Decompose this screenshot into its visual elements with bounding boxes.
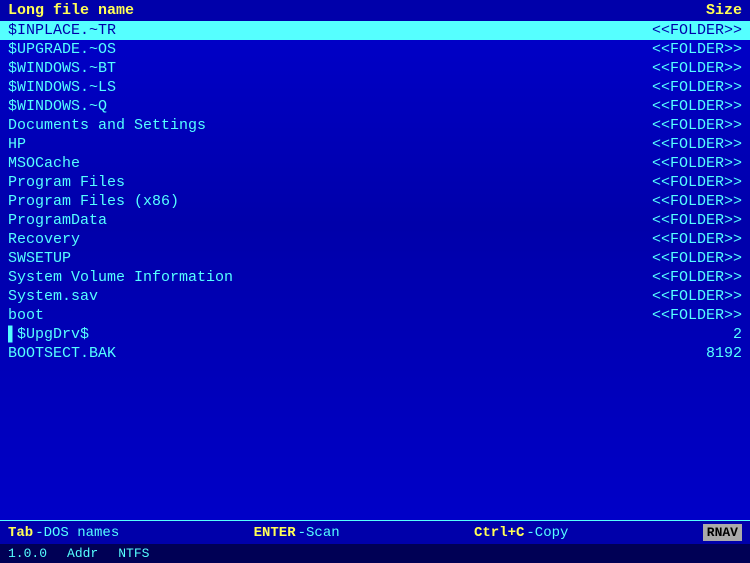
version-info: 1.0.0 [8,546,47,561]
tab-desc: -DOS names [35,525,119,541]
name-column-header: Long file name [8,2,134,19]
ctrl-key: Ctrl+C [474,525,524,541]
file-name: $INPLACE.~TR [8,22,602,39]
file-name: System.sav [8,288,602,305]
table-row[interactable]: ProgramData <<FOLDER>> [0,211,750,230]
enter-key: ENTER [254,525,296,541]
table-row[interactable]: Documents and Settings <<FOLDER>> [0,116,750,135]
enter-desc: -Scan [298,525,340,541]
footer-row: Tab -DOS names ENTER -Scan Ctrl+C -Copy … [0,520,750,544]
file-name: ProgramData [8,212,602,229]
file-size: 8192 [622,345,742,362]
file-size: <<FOLDER>> [622,155,742,172]
status-bar: 1.0.0 Addr NTFS [0,544,750,563]
addr-label: Addr [67,546,98,561]
file-name: System Volume Information [8,269,602,286]
table-row[interactable]: BOOTSECT.BAK 8192 [0,344,750,363]
file-size: <<FOLDER>> [622,269,742,286]
table-row[interactable]: SWSETUP <<FOLDER>> [0,249,750,268]
table-row[interactable]: MSOCache <<FOLDER>> [0,154,750,173]
file-size: <<FOLDER>> [622,288,742,305]
file-name: $WINDOWS.~Q [8,98,602,115]
table-row[interactable]: boot <<FOLDER>> [0,306,750,325]
file-name: BOOTSECT.BAK [8,345,602,362]
tab-shortcut: Tab -DOS names [8,525,119,541]
table-row[interactable]: Program Files <<FOLDER>> [0,173,750,192]
file-name: SWSETUP [8,250,602,267]
table-row[interactable]: Recovery <<FOLDER>> [0,230,750,249]
file-name: Documents and Settings [8,117,602,134]
tab-key: Tab [8,525,33,541]
file-size: <<FOLDER>> [622,174,742,191]
table-row[interactable]: $UPGRADE.~OS <<FOLDER>> [0,40,750,59]
ctrl-desc: -Copy [526,525,568,541]
file-size: <<FOLDER>> [622,60,742,77]
file-size: <<FOLDER>> [622,136,742,153]
file-name: $WINDOWS.~LS [8,79,602,96]
table-row[interactable]: System Volume Information <<FOLDER>> [0,268,750,287]
file-size: <<FOLDER>> [622,231,742,248]
table-row[interactable]: Program Files (x86) <<FOLDER>> [0,192,750,211]
table-row[interactable]: HP <<FOLDER>> [0,135,750,154]
file-name: $UPGRADE.~OS [8,41,602,58]
file-name: $WINDOWS.~BT [8,60,602,77]
file-name: boot [8,307,602,324]
file-list: $INPLACE.~TR <<FOLDER>> $UPGRADE.~OS <<FOLD… [0,21,750,520]
header-row: Long file name Size [0,0,750,21]
file-size: <<FOLDER>> [622,98,742,115]
file-size: <<FOLDER>> [622,22,742,39]
size-column-header: Size [706,2,742,19]
file-size: <<FOLDER>> [622,41,742,58]
enter-shortcut: ENTER -Scan [254,525,340,541]
table-row[interactable]: $WINDOWS.~BT <<FOLDER>> [0,59,750,78]
screen: Long file name Size $INPLACE.~TR <<FOLDER… [0,0,750,563]
table-row[interactable]: System.sav <<FOLDER>> [0,287,750,306]
file-size: <<FOLDER>> [622,193,742,210]
file-size: <<FOLDER>> [622,212,742,229]
table-row[interactable]: ▌$UpgDrv$ 2 [0,325,750,344]
file-size: 2 [622,326,742,343]
file-name: HP [8,136,602,153]
file-name: MSOCache [8,155,602,172]
file-name: ▌$UpgDrv$ [8,326,602,343]
file-size: <<FOLDER>> [622,307,742,324]
file-size: <<FOLDER>> [622,250,742,267]
rnav-badge: RNAV [703,524,742,541]
ctrl-shortcut: Ctrl+C -Copy [474,525,568,541]
file-size: <<FOLDER>> [622,117,742,134]
file-name: Recovery [8,231,602,248]
file-name: Program Files [8,174,602,191]
table-row[interactable]: $INPLACE.~TR <<FOLDER>> [0,21,750,40]
file-name: Program Files (x86) [8,193,602,210]
table-row[interactable]: $WINDOWS.~Q <<FOLDER>> [0,97,750,116]
table-row[interactable]: $WINDOWS.~LS <<FOLDER>> [0,78,750,97]
fs-label: NTFS [118,546,149,561]
file-size: <<FOLDER>> [622,79,742,96]
